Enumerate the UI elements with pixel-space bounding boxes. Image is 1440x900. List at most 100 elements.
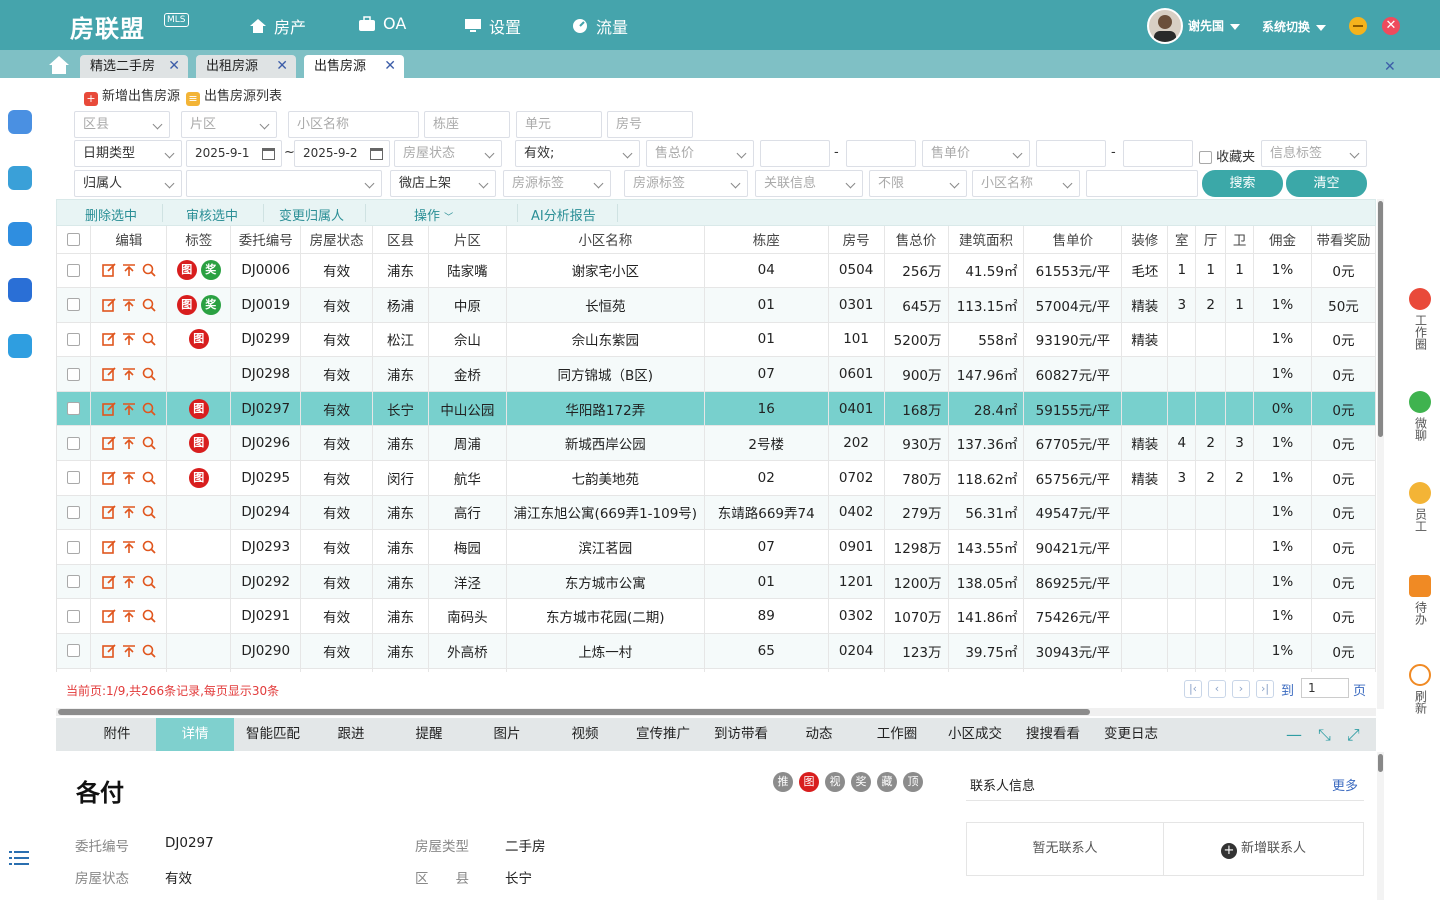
edit-icon[interactable] xyxy=(102,263,116,278)
valid-select[interactable]: 有效; xyxy=(515,140,640,167)
column-header[interactable]: 佣金 xyxy=(1253,226,1312,254)
bird-icon[interactable] xyxy=(8,110,32,134)
table-row[interactable]: DJ0298 有效 浦东 金桥 同方锦城（B区) 07 0601 900万 147.96㎡ 608… xyxy=(57,356,1376,392)
column-header[interactable]: 厅 xyxy=(1195,226,1227,254)
row-checkbox[interactable] xyxy=(57,633,92,669)
row-checkbox[interactable] xyxy=(57,598,92,635)
last-page-button[interactable]: ›| xyxy=(1256,680,1274,698)
table-row[interactable]: 图奖 DJ0019 有效 杨浦 中原 长恒苑 01 0301 645万 113.15㎡ 57004元… xyxy=(57,287,1376,323)
system-switch[interactable]: 系统切换 xyxy=(1262,18,1327,35)
table-row[interactable]: DJ0292 有效 浦东 洋泾 东方城市公寓 01 1201 1200万 138.05㎡ 8692… xyxy=(57,564,1376,600)
detail-tab[interactable]: 提醒 xyxy=(390,718,468,751)
detail-tab[interactable]: 附件 xyxy=(78,718,156,751)
column-header[interactable]: 卫 xyxy=(1225,226,1255,254)
table-row[interactable]: 图 DJ0299 有效 松江 佘山 佘山东紫园 01 101 5200万 558㎡ 93190元/平… xyxy=(57,322,1376,358)
edit-icon[interactable] xyxy=(102,609,116,624)
minimize-button[interactable] xyxy=(1349,17,1367,35)
collapse-icon[interactable]: — xyxy=(1286,725,1302,745)
column-header[interactable]: 带看奖励 xyxy=(1311,226,1376,254)
listing-tag2-select[interactable]: 房源标签 xyxy=(624,170,748,197)
table-row[interactable]: 图 DJ0296 有效 浦东 周浦 新城西岸公园 2号楼 202 930万 137.36㎡ 6770… xyxy=(57,425,1376,462)
pin-top-icon[interactable] xyxy=(122,540,136,554)
detail-tab[interactable]: 视频 xyxy=(546,718,624,751)
operations-dropdown[interactable]: 操作 ﹀ xyxy=(414,205,453,224)
listing-tag-select[interactable]: 房源标签 xyxy=(503,170,611,197)
community-select[interactable]: 小区名称 xyxy=(972,170,1080,197)
column-header[interactable]: 售单价 xyxy=(1023,226,1123,254)
close-all-tabs-icon[interactable]: ✕ xyxy=(1384,59,1396,75)
tab-sale[interactable]: 出售房源 ✕ xyxy=(304,55,404,78)
detail-vertical-scrollbar[interactable] xyxy=(1377,752,1384,900)
date-to-input[interactable]: 2025-9-2 xyxy=(294,140,390,167)
column-header[interactable]: 售总价 xyxy=(884,226,949,254)
nav-realestate[interactable]: 房产 xyxy=(249,14,306,38)
first-page-button[interactable]: |‹ xyxy=(1184,680,1202,698)
delete-selected-button[interactable]: 删除选中 xyxy=(85,205,137,224)
row-checkbox[interactable] xyxy=(57,495,92,531)
ai-report-button[interactable]: AI分析报告 xyxy=(531,205,596,224)
column-header[interactable]: 装修 xyxy=(1121,226,1169,254)
pin-top-icon[interactable] xyxy=(122,644,136,658)
detail-tab[interactable]: 到访带看 xyxy=(702,718,780,751)
edit-icon[interactable] xyxy=(102,367,116,381)
date-type-select[interactable]: 日期类型 xyxy=(74,140,182,167)
owner-name-select[interactable] xyxy=(186,170,382,197)
todo-item[interactable]: 待办 xyxy=(1405,575,1435,628)
column-header[interactable]: 片区 xyxy=(428,226,507,254)
pin-top-icon[interactable] xyxy=(122,298,136,312)
contact-more-link[interactable]: 更多 xyxy=(1332,775,1358,794)
row-checkbox[interactable] xyxy=(57,253,92,289)
edit-icon[interactable] xyxy=(102,402,116,416)
pin-top-icon[interactable] xyxy=(122,575,136,589)
staff-item[interactable]: 员工 xyxy=(1405,482,1435,535)
paw-icon[interactable] xyxy=(8,278,32,302)
search-icon[interactable] xyxy=(142,540,156,554)
search-icon[interactable] xyxy=(142,332,156,347)
column-header[interactable]: 室 xyxy=(1167,226,1197,254)
pin-top-icon[interactable] xyxy=(122,505,136,519)
search-button[interactable]: 搜索 xyxy=(1202,170,1283,197)
nav-traffic[interactable]: 流量 xyxy=(571,14,628,38)
pin-top-icon[interactable] xyxy=(122,609,136,623)
detail-tab[interactable]: 图片 xyxy=(468,718,546,751)
unit-price-select[interactable]: 售单价 xyxy=(922,140,1030,167)
row-checkbox[interactable] xyxy=(57,460,92,496)
column-header[interactable]: 标签 xyxy=(166,226,232,254)
detail-tab[interactable]: 跟进 xyxy=(312,718,390,751)
home-tab-icon[interactable] xyxy=(48,55,70,75)
edit-icon[interactable] xyxy=(102,436,116,451)
chat-item[interactable]: 微聊 xyxy=(1405,391,1435,444)
date-from-input[interactable]: 2025-9-1 xyxy=(186,140,282,167)
menu-icon[interactable] xyxy=(9,850,29,866)
table-vertical-scrollbar[interactable] xyxy=(1377,199,1384,709)
detail-tab[interactable]: 动态 xyxy=(780,718,858,751)
search-icon[interactable] xyxy=(142,436,156,450)
wechat-listed-select[interactable]: 微店上架 xyxy=(390,170,496,197)
detail-tab[interactable]: 智能匹配 xyxy=(234,718,312,751)
refresh-item[interactable]: 刷新 xyxy=(1405,664,1435,717)
audit-selected-button[interactable]: 审核选中 xyxy=(186,205,238,224)
community-input[interactable]: 小区名称 xyxy=(288,111,419,138)
close-window-button[interactable]: ✕ xyxy=(1382,17,1400,35)
pin-top-icon[interactable] xyxy=(122,367,136,381)
table-row[interactable]: DJ0291 有效 浦东 南码头 东方城市花园(二期) 89 0302 1070万 141.86… xyxy=(57,598,1376,635)
profile-icon[interactable] xyxy=(8,166,32,190)
table-row[interactable]: 图 DJ0295 有效 闵行 航华 七韵美地苑 02 0702 780万 118.62㎡ 65756… xyxy=(57,460,1376,496)
search-icon[interactable] xyxy=(142,575,156,589)
pin-top-icon[interactable] xyxy=(122,332,136,346)
pin-top-icon[interactable] xyxy=(122,436,136,450)
detail-tab[interactable]: 详情 xyxy=(156,718,234,751)
table-row[interactable]: 图 DJ0297 有效 长宁 中山公园 华阳路172弄 16 0401 168万 28.4㎡ 591… xyxy=(57,391,1376,427)
table-row[interactable]: DJ0290 有效 浦东 外高桥 上炼一村 65 0204 123万 39.75㎡ 30943元/… xyxy=(57,633,1376,669)
column-header[interactable]: 栋座 xyxy=(704,226,829,254)
detail-tab[interactable]: 工作圈 xyxy=(858,718,936,751)
work-circle-item[interactable]: 工作圈 xyxy=(1405,288,1435,353)
column-header[interactable]: 房号 xyxy=(828,226,885,254)
total-price-min[interactable] xyxy=(760,140,830,167)
row-checkbox[interactable] xyxy=(57,322,92,358)
prev-page-button[interactable]: ‹ xyxy=(1208,680,1226,698)
edit-icon[interactable] xyxy=(102,540,116,554)
tab-rent[interactable]: 出租房源 ✕ xyxy=(196,55,296,78)
select-all-checkbox[interactable] xyxy=(57,226,92,254)
unit-price-min[interactable] xyxy=(1036,140,1106,167)
